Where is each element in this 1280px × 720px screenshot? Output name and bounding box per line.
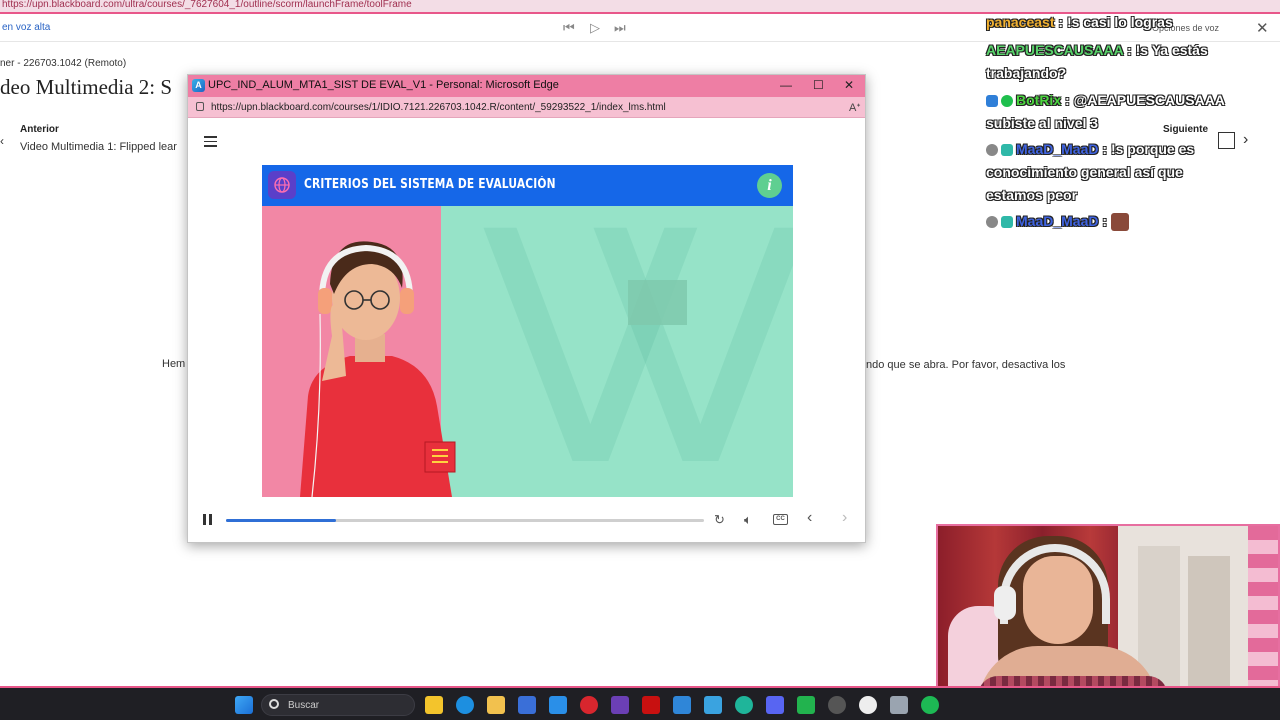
store-icon[interactable]: [518, 696, 536, 714]
chat-text: !s casi lo logras: [1066, 14, 1173, 30]
minimize-button[interactable]: —: [780, 78, 792, 92]
taskbar-search[interactable]: Buscar: [261, 694, 415, 716]
read-aloud-icon[interactable]: Aᐩ: [849, 101, 861, 114]
read-aloud-label: en voz alta: [2, 22, 51, 33]
edge-popup-window: A UPC_IND_ALUM_MTA1_SIST DE EVAL_V1 - Pe…: [187, 74, 866, 543]
badge-icon: [1001, 144, 1013, 157]
windows-start-icon[interactable]: [235, 696, 253, 714]
badge-icon: [1001, 216, 1013, 229]
obs-icon[interactable]: [859, 696, 877, 714]
chat-message-continued: estamos peor: [986, 187, 1078, 203]
next-slide-icon[interactable]: ›: [842, 509, 847, 527]
badge-icon: [986, 216, 998, 229]
chat-username: MaaD_MaaD: [1016, 213, 1099, 229]
search-placeholder: Buscar: [288, 700, 320, 711]
browser-address-strip[interactable]: https://upn.blackboard.com/ultra/courses…: [0, 0, 1280, 12]
chevron-left-icon: ‹: [0, 134, 4, 148]
volume-icon[interactable]: 🔈︎: [744, 512, 752, 528]
maximize-button[interactable]: ☐: [813, 78, 824, 92]
copilot-icon[interactable]: [425, 696, 443, 714]
app-icon[interactable]: [611, 696, 629, 714]
badge-icon: [986, 144, 998, 157]
address-url: https://upn.blackboard.com/courses/1/IDI…: [211, 102, 666, 113]
app-icon[interactable]: [642, 696, 660, 714]
app-icon[interactable]: [828, 696, 846, 714]
browser-url-text: https://upn.blackboard.com/ultra/courses…: [2, 0, 412, 10]
search-icon: [269, 699, 279, 709]
window-titlebar[interactable]: A UPC_IND_ALUM_MTA1_SIST DE EVAL_V1 - Pe…: [188, 75, 865, 97]
next-label[interactable]: Siguiente: [1163, 124, 1208, 135]
chat-message-continued: conocimiento general así que: [986, 164, 1183, 180]
verified-icon: [1001, 95, 1013, 108]
play-icon[interactable]: ▷: [590, 20, 600, 36]
close-button[interactable]: ✕: [844, 78, 854, 92]
progress-bar[interactable]: [226, 519, 704, 522]
opera-icon[interactable]: [580, 696, 598, 714]
settings-icon[interactable]: [890, 696, 908, 714]
popup-message-start: Hem: [162, 358, 186, 370]
globe-icon: [268, 171, 296, 199]
chat-username: BotRix: [1016, 92, 1062, 108]
file-explorer-icon[interactable]: [487, 696, 505, 714]
course-slide: CRITERIOS DEL SISTEMA DE EVALUACIÓN i V …: [262, 165, 793, 497]
emote-icon: [1110, 213, 1129, 232]
window-icon[interactable]: [1218, 132, 1235, 149]
previous-item: Video Multimedia 1: Flipped lear: [20, 141, 177, 153]
pause-icon[interactable]: [203, 514, 213, 525]
background-letter-decor: V: [591, 165, 793, 497]
chat-message: AEAPUESCAUSAAA : !s Ya estás: [986, 42, 1208, 58]
popup-message-end: ndo que se abra. Por favor, desactiva lo…: [866, 359, 1066, 371]
discord-icon[interactable]: [766, 696, 784, 714]
app-icon[interactable]: [704, 696, 722, 714]
chat-username: panaceast: [986, 14, 1055, 30]
chat-username: MaaD_MaaD: [1016, 141, 1099, 157]
chevron-right-icon[interactable]: ›: [1243, 131, 1248, 149]
chat-message: MaaD_MaaD :: [986, 213, 1132, 232]
chat-message-continued: trabajando?: [986, 65, 1067, 81]
app-icon[interactable]: [735, 696, 753, 714]
chat-message: BotRix : @AEAPUESCAUSAAA: [986, 92, 1225, 108]
chat-message-continued: subiste al nivel 3: [986, 115, 1099, 131]
window-title: UPC_IND_ALUM_MTA1_SIST DE EVAL_V1 - Pers…: [208, 79, 559, 91]
close-icon[interactable]: ✕: [1256, 19, 1269, 37]
course-id: ner - 226703.1042 (Remoto): [0, 58, 127, 69]
chat-message: MaaD_MaaD : !s porque es: [986, 141, 1194, 157]
skip-forward-icon[interactable]: ⏭: [614, 20, 626, 36]
captions-icon[interactable]: CC: [773, 514, 788, 525]
slide-right-panel: V V: [441, 165, 793, 497]
chat-username: AEAPUESCAUSAAA: [986, 42, 1124, 58]
mail-icon[interactable]: [549, 696, 567, 714]
chat-message: panaceast : !s casi lo logras: [986, 14, 1173, 30]
taskbar: Buscar: [0, 686, 1280, 720]
replay-icon[interactable]: ↻: [714, 512, 725, 528]
badge-icon: [986, 95, 998, 108]
previous-label: Anterior: [20, 124, 59, 135]
presenter-illustration: [300, 241, 456, 497]
menu-icon[interactable]: [204, 136, 217, 150]
edge-icon[interactable]: [456, 696, 474, 714]
skip-back-icon[interactable]: ⏮: [563, 20, 575, 36]
address-bar[interactable]: https://upn.blackboard.com/courses/1/IDI…: [188, 97, 865, 118]
page-title: deo Multimedia 2: S: [0, 75, 173, 99]
spotify-icon[interactable]: [921, 696, 939, 714]
app-icon[interactable]: [797, 696, 815, 714]
app-logo-icon: A: [192, 79, 205, 92]
lock-icon: [196, 102, 204, 111]
prev-slide-icon[interactable]: ‹: [807, 509, 812, 527]
app-icon[interactable]: [673, 696, 691, 714]
progress-fill: [226, 519, 336, 522]
loading-placeholder: [628, 280, 687, 325]
